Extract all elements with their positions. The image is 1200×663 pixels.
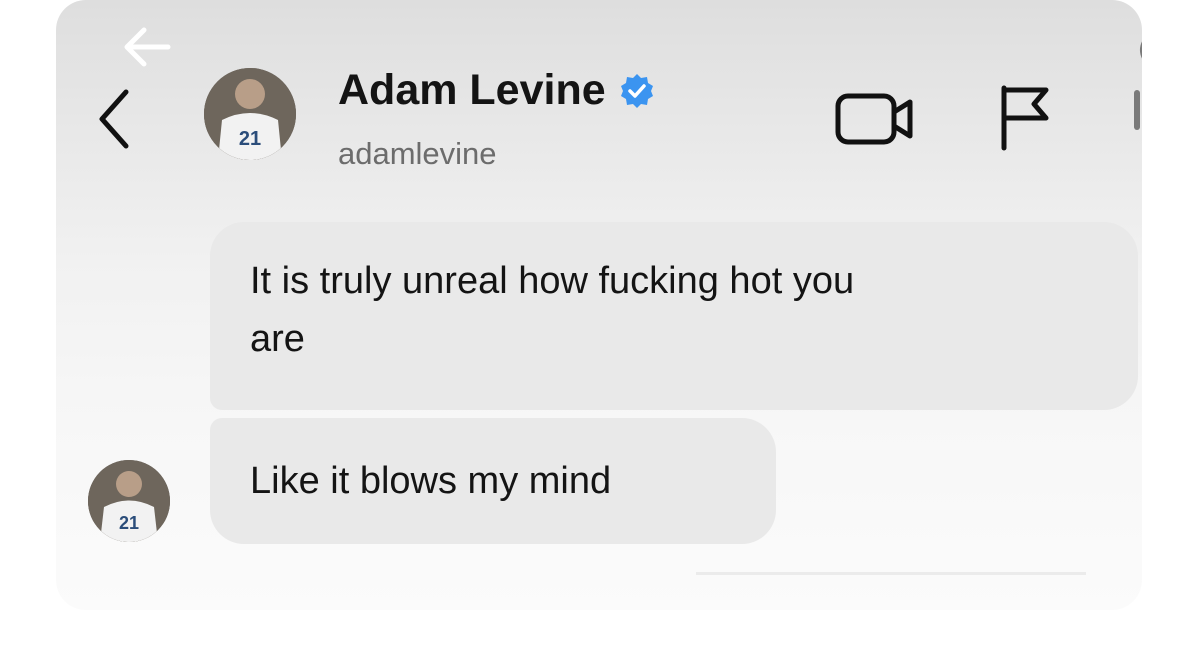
edge-partial-icon xyxy=(1140,41,1142,59)
divider xyxy=(696,572,1086,575)
display-name: Adam Levine xyxy=(338,66,656,115)
profile-avatar[interactable]: 21 xyxy=(204,68,296,160)
video-camera-icon[interactable] xyxy=(834,88,918,150)
message-line: It is truly unreal how fucking hot you xyxy=(250,260,855,302)
edge-divider xyxy=(1134,90,1140,130)
verified-badge-icon xyxy=(620,73,653,108)
svg-text:21: 21 xyxy=(119,513,139,533)
message-bubble[interactable]: Like it blows my mind xyxy=(210,418,776,544)
flag-icon[interactable] xyxy=(996,82,1052,152)
message-bubble[interactable]: It is truly unreal how fucking hot you a… xyxy=(210,222,1138,410)
dm-conversation-panel: 21 Adam Levine adamlevine It is truly un… xyxy=(56,0,1142,610)
sender-avatar[interactable]: 21 xyxy=(88,460,170,542)
display-name-text: Adam Levine xyxy=(338,66,606,114)
arrow-left-icon[interactable] xyxy=(118,18,176,76)
username: adamlevine xyxy=(338,136,497,171)
conversation-header: 21 Adam Levine adamlevine xyxy=(56,0,1142,210)
message-line: Like it blows my mind xyxy=(250,460,612,502)
chevron-left-icon[interactable] xyxy=(92,84,136,154)
message-line: are xyxy=(250,318,305,360)
svg-text:21: 21 xyxy=(239,128,261,150)
